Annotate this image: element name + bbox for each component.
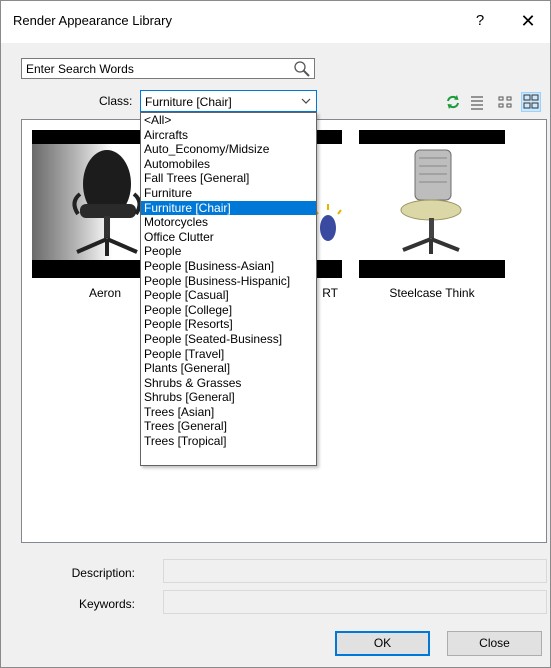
refresh-icon[interactable] [443, 92, 463, 112]
class-option[interactable]: Trees [General] [141, 419, 316, 434]
class-option[interactable]: Shrubs [General] [141, 390, 316, 405]
keywords-field[interactable] [163, 590, 547, 614]
class-option[interactable]: Trees [Asian] [141, 405, 316, 420]
item-label: Steelcase Think [389, 286, 475, 300]
class-select[interactable]: Furniture [Chair] [140, 90, 317, 112]
steelcase-think-thumbnail [359, 130, 505, 278]
close-button[interactable]: Close [447, 631, 542, 656]
appearance-item-steelcase-think[interactable]: Steelcase Think [359, 130, 505, 300]
class-option[interactable]: Fall Trees [General] [141, 171, 316, 186]
description-label: Description: [71, 566, 135, 580]
search-icon[interactable] [293, 60, 311, 78]
search-input[interactable] [24, 60, 286, 77]
class-option[interactable]: Auto_Economy/Midsize [141, 142, 316, 157]
class-option[interactable]: Office Clutter [141, 230, 316, 245]
view-toolbar [441, 92, 547, 114]
class-option[interactable]: People [Business-Hispanic] [141, 274, 316, 289]
description-field[interactable] [163, 559, 547, 583]
class-option[interactable]: People [College] [141, 303, 316, 318]
help-button[interactable]: ? [467, 9, 493, 33]
class-option[interactable]: People [Business-Asian] [141, 259, 316, 274]
small-icons-view-icon[interactable] [495, 92, 515, 112]
class-option[interactable]: People [Travel] [141, 347, 316, 362]
dialog-title: Render Appearance Library [13, 13, 172, 28]
list-view-icon[interactable] [467, 92, 487, 112]
class-option[interactable]: Plants [General] [141, 361, 316, 376]
class-option[interactable]: People [141, 244, 316, 259]
class-dropdown-list: <All> Aircrafts Auto_Economy/Midsize Aut… [140, 112, 317, 466]
class-select-value: Furniture [Chair] [145, 95, 232, 109]
search-box [21, 58, 315, 79]
close-window-button[interactable]: ✕ [515, 9, 541, 33]
class-option-selected[interactable]: Furniture [Chair] [141, 200, 316, 216]
chevron-down-icon [300, 94, 312, 108]
class-option[interactable]: Automobiles [141, 157, 316, 172]
class-option[interactable]: Shrubs & Grasses [141, 376, 316, 391]
class-option[interactable]: People [Resorts] [141, 317, 316, 332]
class-option[interactable]: People [Casual] [141, 288, 316, 303]
class-option[interactable]: <All> [141, 113, 316, 128]
class-option[interactable]: People [Seated-Business] [141, 332, 316, 347]
keywords-label: Keywords: [78, 597, 135, 611]
large-icons-view-icon[interactable] [521, 92, 541, 112]
class-option[interactable]: Aircrafts [141, 128, 316, 143]
ok-button[interactable]: OK [335, 631, 430, 656]
title-bar: Render Appearance Library ? ✕ [1, 1, 550, 43]
render-appearance-library-dialog: Render Appearance Library ? ✕ Class: Fur… [0, 0, 551, 668]
class-option[interactable]: Motorcycles [141, 215, 316, 230]
class-label: Class: [99, 94, 133, 108]
class-option[interactable]: Furniture [141, 186, 316, 201]
class-option[interactable]: Trees [Tropical] [141, 434, 316, 449]
